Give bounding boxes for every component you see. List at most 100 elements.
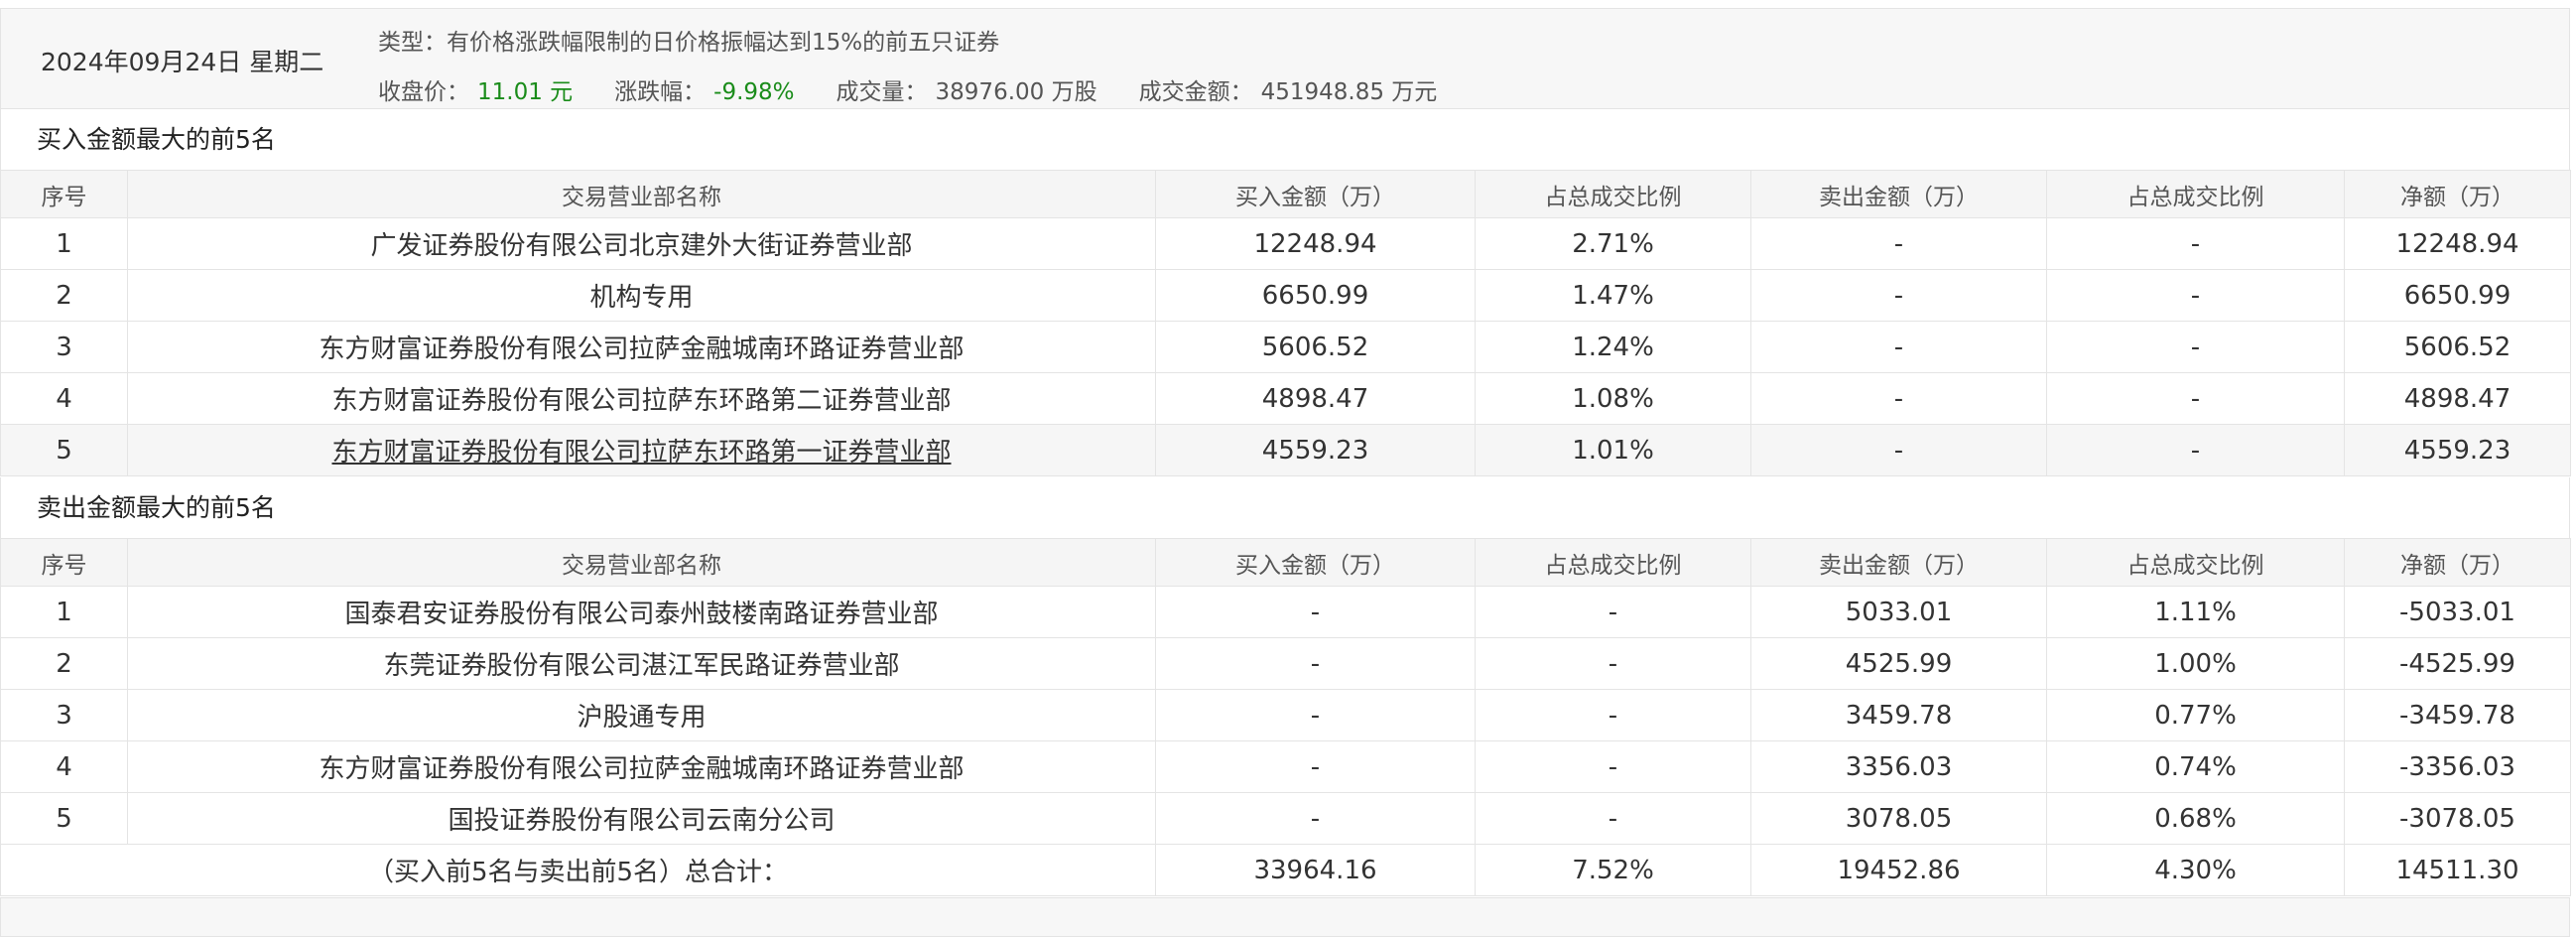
sell-ratio: -: [2046, 372, 2345, 425]
net-amount: 4559.23: [2344, 424, 2571, 476]
buy-amount: -: [1155, 740, 1476, 793]
sell-top5-table: 序号 交易营业部名称 买入金额（万） 占总成交比例 卖出金额（万） 占总成交比例…: [0, 538, 2571, 896]
buy-amount: 4559.23: [1155, 424, 1476, 476]
sell-ratio: 0.77%: [2046, 689, 2345, 741]
buy-ratio: 1.01%: [1475, 424, 1751, 476]
branch-name-link[interactable]: 国泰君安证券股份有限公司泰州鼓楼南路证券营业部: [127, 586, 1156, 638]
buy-amount: -: [1155, 637, 1476, 690]
sell-amount: 3078.05: [1750, 792, 2047, 845]
volume-value: 38976.00 万股: [935, 79, 1097, 105]
col-buy-ratio: 占总成交比例: [1475, 538, 1751, 587]
branch-name-link[interactable]: 东方财富证券股份有限公司拉萨金融城南环路证券营业部: [127, 321, 1156, 373]
net-amount: -4525.99: [2344, 637, 2571, 690]
branch-name-link[interactable]: 广发证券股份有限公司北京建外大街证券营业部: [127, 217, 1156, 270]
branch-name-link[interactable]: 沪股通专用: [127, 689, 1156, 741]
col-sell-ratio: 占总成交比例: [2046, 538, 2345, 587]
table-row: 5 国投证券股份有限公司云南分公司 - - 3078.05 0.68% -307…: [0, 792, 2571, 845]
buy-amount: 12248.94: [1155, 217, 1476, 270]
buy-ratio: -: [1475, 792, 1751, 845]
row-index: 1: [0, 217, 128, 270]
net-amount: -3459.78: [2344, 689, 2571, 741]
net-amount: 5606.52: [2344, 321, 2571, 373]
volume-label: 成交量：: [836, 79, 928, 105]
sell-table-header: 序号 交易营业部名称 买入金额（万） 占总成交比例 卖出金额（万） 占总成交比例…: [0, 538, 2571, 587]
sell-ratio: 0.68%: [2046, 792, 2345, 845]
total-label: （买入前5名与卖出前5名）总合计：: [0, 844, 1156, 896]
sell-amount: 4525.99: [1750, 637, 2047, 690]
sell-amount: -: [1750, 269, 2047, 322]
sell-amount: -: [1750, 321, 2047, 373]
branch-name-link[interactable]: 东方财富证券股份有限公司拉萨东环路第二证券营业部: [127, 372, 1156, 425]
buy-amount: -: [1155, 792, 1476, 845]
change-value: -9.98%: [713, 79, 795, 105]
table-row: 3 东方财富证券股份有限公司拉萨金融城南环路证券营业部 5606.52 1.24…: [0, 321, 2571, 373]
table-row: 3 沪股通专用 - - 3459.78 0.77% -3459.78: [0, 689, 2571, 741]
row-index: 3: [0, 321, 128, 373]
buy-top5-table: 序号 交易营业部名称 买入金额（万） 占总成交比例 卖出金额（万） 占总成交比例…: [0, 170, 2571, 476]
buy-ratio: 1.47%: [1475, 269, 1751, 322]
amount-value: 451948.85 万元: [1260, 79, 1438, 105]
branch-name-link[interactable]: 国投证券股份有限公司云南分公司: [127, 792, 1156, 845]
lhb-panel: 2024年09月24日 星期二 类型：有价格涨跌幅限制的日价格振幅达到15%的前…: [0, 8, 2572, 931]
table-row-hovered: 5 东方财富证券股份有限公司拉萨东环路第一证券营业部 4559.23 1.01%…: [0, 424, 2571, 476]
net-amount: -3078.05: [2344, 792, 2571, 845]
stock-summary-header: 2024年09月24日 星期二 类型：有价格涨跌幅限制的日价格振幅达到15%的前…: [0, 8, 2570, 109]
table-row: 2 机构专用 6650.99 1.47% - - 6650.99: [0, 269, 2571, 322]
net-amount: 6650.99: [2344, 269, 2571, 322]
sell-amount: -: [1750, 424, 2047, 476]
branch-name-link[interactable]: 东莞证券股份有限公司湛江军民路证券营业部: [127, 637, 1156, 690]
sell-ratio: -: [2046, 269, 2345, 322]
sell-ratio: -: [2046, 424, 2345, 476]
buy-ratio: -: [1475, 740, 1751, 793]
sell-amount: 3356.03: [1750, 740, 2047, 793]
col-index: 序号: [0, 170, 128, 218]
buy-ratio: -: [1475, 637, 1751, 690]
col-sell-ratio: 占总成交比例: [2046, 170, 2345, 218]
buy-ratio: -: [1475, 689, 1751, 741]
buy-amount: 5606.52: [1155, 321, 1476, 373]
col-sell-amount: 卖出金额（万）: [1750, 170, 2047, 218]
sell-section-title: 卖出金额最大的前5名: [0, 477, 2570, 538]
table-row: 4 东方财富证券股份有限公司拉萨东环路第二证券营业部 4898.47 1.08%…: [0, 372, 2571, 425]
table-row: 2 东莞证券股份有限公司湛江军民路证券营业部 - - 4525.99 1.00%…: [0, 637, 2571, 690]
total-buy-amount: 33964.16: [1155, 844, 1476, 896]
col-branch-name: 交易营业部名称: [127, 170, 1156, 218]
sell-amount: 3459.78: [1750, 689, 2047, 741]
sell-amount: 5033.01: [1750, 586, 2047, 638]
sell-amount: -: [1750, 372, 2047, 425]
col-buy-amount: 买入金额（万）: [1155, 538, 1476, 587]
branch-name-link[interactable]: 东方财富证券股份有限公司拉萨金融城南环路证券营业部: [127, 740, 1156, 793]
trade-date: 2024年09月24日 星期二: [41, 48, 324, 76]
amount-label: 成交金额：: [1138, 79, 1253, 105]
type-label: 类型：: [378, 30, 447, 56]
row-index: 4: [0, 740, 128, 793]
buy-amount: 6650.99: [1155, 269, 1476, 322]
buy-amount: -: [1155, 586, 1476, 638]
net-amount: -3356.03: [2344, 740, 2571, 793]
col-buy-ratio: 占总成交比例: [1475, 170, 1751, 218]
net-amount: 4898.47: [2344, 372, 2571, 425]
branch-name-link[interactable]: 东方财富证券股份有限公司拉萨东环路第一证券营业部: [127, 424, 1156, 476]
change-label: 涨跌幅：: [614, 79, 707, 105]
row-index: 2: [0, 269, 128, 322]
close-label: 收盘价：: [378, 79, 469, 105]
total-buy-ratio: 7.52%: [1475, 844, 1751, 896]
row-index: 5: [0, 424, 128, 476]
total-net-amount: 14511.30: [2344, 844, 2571, 896]
row-index: 5: [0, 792, 128, 845]
buy-section-title: 买入金额最大的前5名: [0, 109, 2570, 170]
table-row: 1 广发证券股份有限公司北京建外大街证券营业部 12248.94 2.71% -…: [0, 217, 2571, 270]
next-record-header-partial: [0, 897, 2570, 937]
buy-ratio: 2.71%: [1475, 217, 1751, 270]
type-value: 有价格涨跌幅限制的日价格振幅达到15%的前五只证券: [447, 30, 1000, 56]
col-net-amount: 净额（万）: [2344, 538, 2571, 587]
branch-name-link[interactable]: 机构专用: [127, 269, 1156, 322]
stock-stats: 收盘价： 11.01 元 涨跌幅： -9.98% 成交量： 38976.00 万股 成交金额…: [378, 72, 1437, 106]
col-buy-amount: 买入金额（万）: [1155, 170, 1476, 218]
total-sell-amount: 19452.86: [1750, 844, 2047, 896]
buy-ratio: -: [1475, 586, 1751, 638]
total-row: （买入前5名与卖出前5名）总合计： 33964.16 7.52% 19452.8…: [0, 844, 2571, 896]
net-amount: -5033.01: [2344, 586, 2571, 638]
row-index: 3: [0, 689, 128, 741]
net-amount: 12248.94: [2344, 217, 2571, 270]
